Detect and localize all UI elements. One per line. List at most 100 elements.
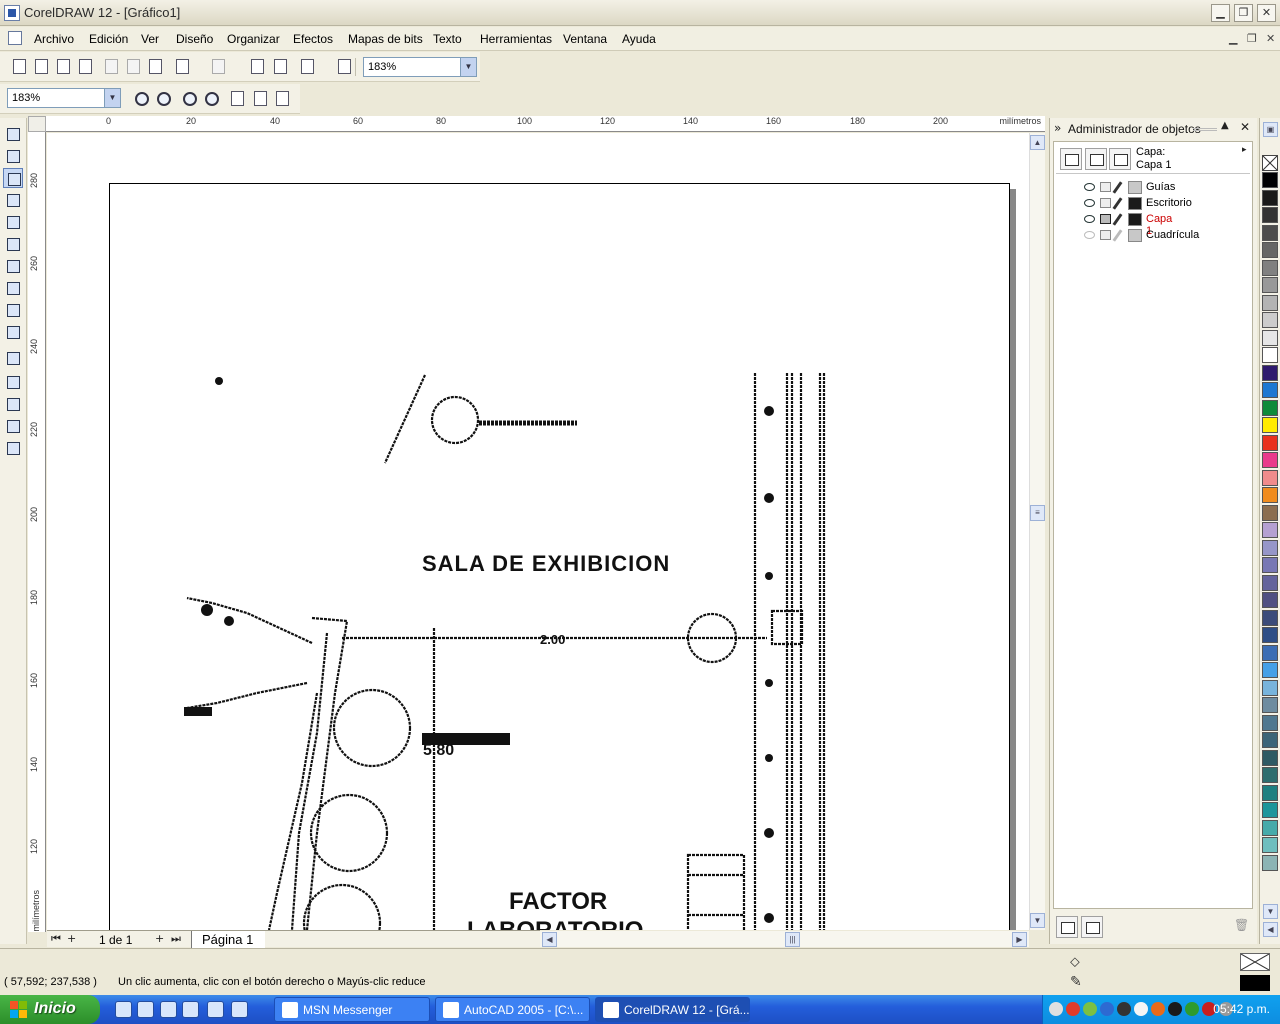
color-swatch[interactable] [1262,207,1278,223]
cut-icon[interactable] [102,57,120,75]
menu-herramientas[interactable]: Herramientas [480,32,552,46]
color-swatch[interactable] [1262,172,1278,188]
layer-name[interactable]: Guías [1146,181,1175,193]
ellipse-tool-icon[interactable] [3,256,23,276]
vertical-ruler[interactable]: 280 260 240 220 200 180 160 140 120 milí… [28,132,46,932]
color-swatch[interactable] [1262,767,1278,783]
vertical-scrollbar[interactable]: ▲ ≡ ▼ [1029,133,1045,930]
pick-tool-icon[interactable] [3,124,23,144]
chevron-down-icon[interactable]: ▼ [460,58,476,76]
color-swatch[interactable] [1262,557,1278,573]
docker-collapse-icon[interactable]: » [1054,121,1061,135]
text-tool-icon[interactable] [3,322,23,342]
color-swatch[interactable] [1262,347,1278,363]
copy-icon[interactable] [124,57,142,75]
new-master-layer-icon[interactable] [1081,916,1103,938]
rectangle-tool-icon[interactable] [3,234,23,254]
property-zoom-combo[interactable]: 183% ▼ [7,88,121,108]
scroll-up-icon[interactable]: ▲ [1030,135,1045,150]
docker-close-icon[interactable]: ✕ [1240,120,1250,134]
palette-flyout-icon[interactable]: ▣ [1263,122,1278,137]
color-swatch[interactable] [1262,644,1278,661]
palette-expand-icon[interactable]: ◀ [1263,922,1278,937]
color-swatch[interactable] [1262,382,1278,398]
room-label[interactable]: FACTOR [509,888,607,915]
minimize-icon[interactable]: ▁ [1211,4,1230,22]
coreldraw-app-icon[interactable] [4,5,20,21]
basic-shapes-tool-icon[interactable] [3,300,23,320]
no-color-swatch[interactable] [1262,155,1278,171]
color-swatch[interactable] [1262,732,1278,748]
visibility-eye-icon[interactable] [1084,215,1095,223]
docker-grip[interactable] [1193,128,1217,131]
dimension-label[interactable]: 5.80 [423,742,454,759]
scroll-right-icon[interactable]: ▶ [1012,932,1027,947]
update-tray-icon[interactable] [1185,1002,1199,1016]
visibility-eye-icon[interactable] [1084,183,1095,191]
zoom-in-icon[interactable] [132,89,150,107]
outline-color-indicator[interactable] [1240,975,1270,991]
color-swatch[interactable] [1262,574,1278,591]
smart-fill-tool-icon[interactable] [3,212,23,232]
color-swatch[interactable] [1262,487,1278,503]
printer-icon[interactable] [1100,182,1111,192]
color-swatch[interactable] [1262,627,1278,643]
new-icon[interactable] [10,57,28,75]
new-layer-icon[interactable] [1056,916,1078,938]
zoom-to-page-width-icon[interactable] [251,89,269,107]
interactive-fill-tool-icon[interactable] [3,438,23,458]
first-page-icon[interactable]: ⏮ [51,932,61,946]
color-swatch[interactable] [1262,662,1278,678]
printer-icon[interactable] [1100,214,1111,224]
color-swatch[interactable] [1262,539,1278,556]
doc-minimize-icon[interactable]: ▁ [1229,32,1237,45]
zoom-to-page-icon[interactable] [228,89,246,107]
print-icon[interactable] [76,57,94,75]
interactive-blend-tool-icon[interactable] [3,348,23,368]
pencil-icon[interactable] [1112,181,1123,194]
task-coreldraw[interactable]: CorelDRAW 12 - [Grá... [595,997,750,1022]
drawing-canvas[interactable]: SALA DE EXHIBICION 2.00 5.80 FACTOR LABO… [47,133,1029,930]
scroll-thumb[interactable]: ≡ [1030,505,1045,521]
color-swatch[interactable] [1262,504,1278,521]
corel-online-icon[interactable] [335,57,353,75]
menu-archivo[interactable]: Archivo [34,32,74,46]
doc-restore-icon[interactable]: ❐ [1247,32,1257,45]
visibility-eye-icon[interactable] [1084,199,1095,207]
doc-close-icon[interactable]: ✕ [1266,32,1275,45]
add-page-after-icon[interactable]: + [155,932,164,945]
color-swatch[interactable] [1262,277,1278,293]
color-swatch[interactable] [1262,224,1278,241]
undo-icon[interactable] [173,57,191,75]
messenger-tray-icon[interactable] [1083,1002,1097,1016]
color-swatch[interactable] [1262,417,1278,433]
color-swatch[interactable] [1262,434,1278,451]
color-swatch[interactable] [1262,329,1278,346]
pencil-icon[interactable] [1112,197,1123,210]
scroll-thumb[interactable]: ||| [785,932,800,947]
color-swatch[interactable] [1262,452,1278,468]
color-swatch[interactable] [1262,749,1278,766]
delete-icon[interactable]: 🗑 [1234,918,1249,932]
acrobat-tray-icon[interactable] [1168,1002,1182,1016]
room-label[interactable]: SALA DE EXHIBICION [422,551,670,576]
color-swatch[interactable] [1262,364,1278,381]
show-properties-icon[interactable] [1060,148,1082,170]
task-msn-messenger[interactable]: MSN Messenger [274,997,430,1022]
color-swatch[interactable] [1262,802,1278,818]
fill-tool-icon[interactable] [3,416,23,436]
color-swatch[interactable] [1262,837,1278,853]
horizontal-scrollbar[interactable]: ◀ ||| ▶ [540,931,1029,947]
graph-paper-tool-icon[interactable] [3,278,23,298]
close-icon[interactable]: ✕ [1257,4,1276,22]
menu-edicion[interactable]: Edición [89,32,128,46]
users-tray-icon[interactable] [1049,1002,1063,1016]
paste-icon[interactable] [146,57,164,75]
color-swatch[interactable] [1262,522,1278,538]
zoom-out-icon[interactable] [154,89,172,107]
layer-color-swatch[interactable] [1128,197,1142,210]
freehand-tool-icon[interactable] [3,190,23,210]
tab-pagina-1[interactable]: Página 1 [191,931,266,948]
layer-name[interactable]: Cuadrícula [1146,229,1199,241]
printer-icon[interactable] [1100,230,1111,240]
